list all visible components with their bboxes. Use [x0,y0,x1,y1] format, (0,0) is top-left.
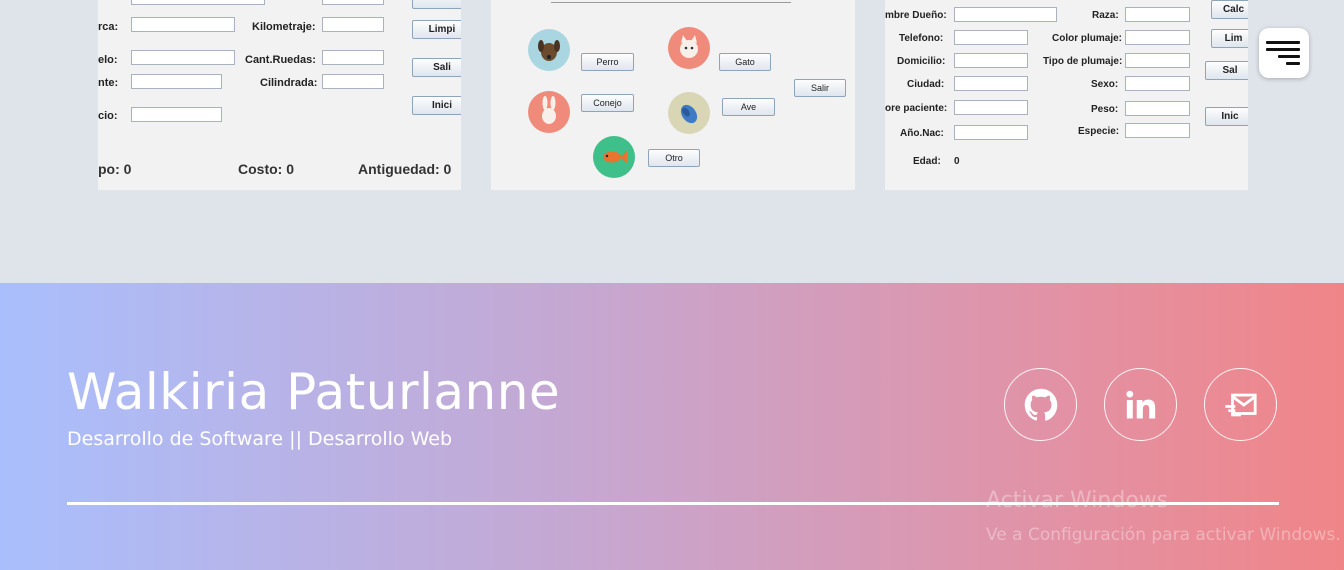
github-link[interactable] [1004,368,1077,441]
marca-label: rca: [98,21,119,33]
cat-icon [668,27,710,69]
nombre-paciente-label: ore paciente: [885,103,948,114]
edad-label: Edad: [913,156,941,167]
email-link[interactable] [1204,368,1277,441]
costo-stat: Costo: 0 [238,161,294,177]
precio-label: cio: [98,110,118,122]
salir-button: Salir [794,79,846,97]
activation-watermark-text: Ve a Configuración para activar Windows. [986,525,1341,545]
precio-field [131,107,222,122]
telefono-field [954,30,1028,45]
partial-button [412,0,461,9]
sexo-label: Sexo: [1091,79,1119,90]
kilometraje-field [322,17,384,32]
raza-field [1125,7,1190,22]
ave-button: Ave [722,98,775,116]
marca-field [131,17,235,32]
perro-button: Perro [581,53,634,71]
hamburger-line [1266,41,1300,44]
salir-button: Sali [412,58,461,77]
limpiar-button: Limpi [412,20,461,39]
footer: Walkiria Paturlanne Desarrollo de Softwa… [0,283,1344,570]
peso-label: Peso: [1091,104,1119,115]
salir-button: Sal [1205,61,1248,80]
dog-icon [528,29,570,71]
partial-field [322,0,384,5]
edad-value: 0 [954,156,960,167]
ciudad-label: Ciudad: [907,79,945,90]
nombre-paciente-field [954,100,1028,115]
color-plumaje-field [1125,30,1190,45]
cropped-title [551,0,791,3]
limpiar-button: Lim [1211,29,1248,48]
footer-name: Walkiria Paturlanne [67,363,561,421]
peso-field [1125,101,1190,116]
raza-label: Raza: [1092,10,1119,21]
inicio-button: Inic [1205,107,1248,126]
sexo-field [1125,76,1190,91]
rabbit-icon [528,91,570,133]
otro-button: Otro [648,149,700,167]
partial-field [131,0,265,5]
cliente-label: nte: [98,77,119,89]
cant-ruedas-label: Cant.Ruedas: [245,54,316,66]
vehicle-form-screenshot[interactable]: rca: Kilometraje: Limpi elo: Cant.Ruedas… [98,0,461,190]
bird-icon [668,92,710,134]
tipo-stat: po: 0 [98,161,132,177]
tipo-plumaje-field [1125,53,1190,68]
calcular-button: Calc [1211,0,1248,19]
domicilio-field [954,53,1028,68]
linkedin-icon [1125,390,1155,418]
gato-button: Gato [719,53,771,71]
anio-nac-field [954,125,1028,140]
conejo-button: Conejo [581,94,634,112]
nombre-dueno-label: mbre Dueño: [885,10,947,21]
modelo-field [131,50,235,65]
especie-label: Especie: [1078,126,1120,137]
cant-ruedas-field [322,50,384,65]
hamburger-line [1278,55,1300,58]
domicilio-label: Domicilio: [897,56,946,67]
hamburger-line [1286,62,1300,65]
fish-icon [593,136,635,178]
linkedin-link[interactable] [1104,368,1177,441]
especie-field [1125,123,1190,138]
anio-nac-label: Año.Nac: [900,128,944,139]
tipo-plumaje-label: Tipo de plumaje: [1043,56,1123,67]
github-icon [1024,388,1057,421]
animal-menu-screenshot[interactable]: Perro Gato Salir Conejo Ave Otro [491,0,855,190]
telefono-label: Telefono: [899,33,944,44]
menu-button[interactable] [1259,28,1309,78]
hamburger-line [1266,48,1300,51]
antiguedad-stat: Antiguedad: 0 [358,161,452,177]
nombre-dueno-field [954,7,1057,22]
cliente-field [131,74,222,89]
modelo-label: elo: [98,54,118,66]
portfolio-section: rca: Kilometraje: Limpi elo: Cant.Ruedas… [0,0,1344,283]
color-plumaje-label: Color plumaje: [1052,33,1123,44]
inicio-button: Inici [412,96,461,115]
cilindrada-label: Cilindrada: [260,77,318,89]
activation-watermark-title: Activar Windows [986,488,1169,513]
patient-form-screenshot[interactable]: mbre Dueño: Raza: Calc Telefono: Color p… [885,0,1248,190]
ciudad-field [954,76,1028,91]
kilometraje-label: Kilometraje: [252,21,316,33]
footer-tagline: Desarrollo de Software || Desarrollo Web [67,428,453,450]
cilindrada-field [322,74,384,89]
email-icon [1224,393,1257,416]
